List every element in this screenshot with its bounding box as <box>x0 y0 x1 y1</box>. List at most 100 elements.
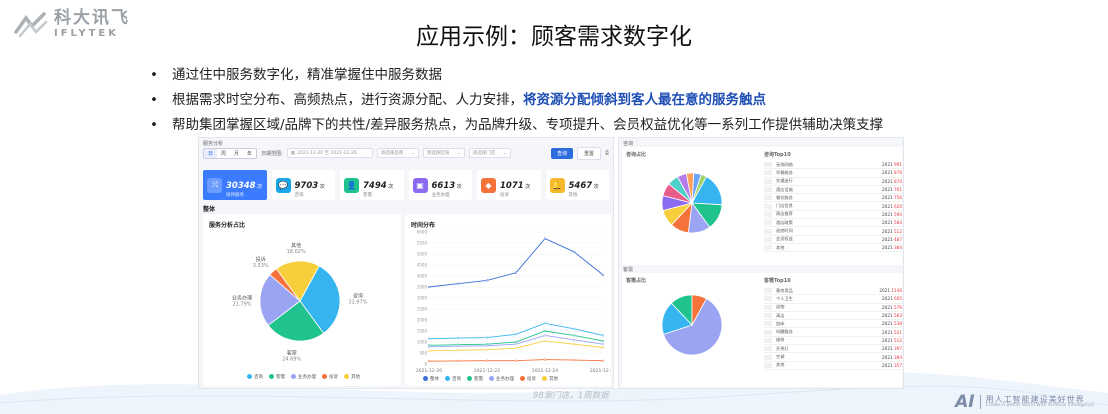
bullet-list: • 通过住中服务数字化，精准掌握住中服务数据 • 根据需求时空分布、高频热点，进行资… <box>148 63 883 138</box>
stat-card[interactable]: 💬 9703 次咨询 <box>271 170 335 200</box>
tab-week[interactable]: 周 <box>217 148 231 158</box>
rank-value: 2021 590 <box>882 211 902 217</box>
rank-row[interactable]: 个人卫生 2021 605 <box>764 295 902 304</box>
tab-year[interactable]: 年 <box>243 148 257 158</box>
legend-item[interactable]: 客需 <box>269 374 285 380</box>
rank-row[interactable]: 门店信息 2021 620 <box>764 202 902 211</box>
rank-value: 2021 512 <box>882 337 902 343</box>
stat-card[interactable]: 🔔 5467 次其他 <box>545 170 609 200</box>
legend-item[interactable]: 客需 <box>467 376 483 382</box>
data-point <box>601 339 605 343</box>
date-range-input[interactable]: ▦ 2021-12-20 至 2021-12-26 <box>286 148 373 158</box>
rank-row[interactable]: 空调 2021 384 <box>764 353 902 362</box>
rank-marker <box>764 296 772 302</box>
legend-item[interactable]: 咨询 <box>247 374 263 380</box>
rank-marker <box>764 211 772 217</box>
rank-marker <box>764 321 772 327</box>
rank-value: 2021 538 <box>882 321 902 327</box>
rank-row[interactable]: 客房用品 2021 1146 <box>764 287 902 296</box>
rank-row[interactable]: 酒店政策 2021 584 <box>764 219 902 228</box>
rank-value: 2021 521 <box>882 329 902 335</box>
stat-unit: 次 <box>318 183 325 190</box>
tab-month[interactable]: 月 <box>230 148 244 158</box>
line-legend: 整体 咨询 客需 业务办理 投诉 其他 <box>423 376 558 382</box>
pie-value-label: 24.69% <box>282 356 301 362</box>
pie-category-label: 投诉 <box>256 256 266 263</box>
rank-row[interactable]: 会员权益 2021 487 <box>764 236 902 244</box>
pie-value-label: 31.97% <box>348 299 367 305</box>
series-line <box>428 238 604 288</box>
rank-marker <box>764 354 772 360</box>
legend-item[interactable]: 其他 <box>344 374 360 380</box>
rank-name: 空调 <box>776 354 785 360</box>
legend-item[interactable]: 整体 <box>423 376 439 382</box>
data-point <box>427 285 431 289</box>
rank-row[interactable]: 早餐服务 2021 876 <box>764 169 902 178</box>
legend-item[interactable]: 业务办理 <box>291 374 316 380</box>
rank-value: 2021 584 <box>882 220 902 226</box>
chevron-down-icon: ⌄ <box>410 150 415 156</box>
stat-card[interactable]: ▣ 6613 次业务办理 <box>408 170 472 200</box>
data-point <box>572 338 576 341</box>
pie-category-label: 咨询 <box>353 292 363 299</box>
rank-name: 门店信息 <box>776 203 793 209</box>
stat-card[interactable]: ◆ 1071 次投诉 <box>477 170 541 200</box>
rank-marker <box>764 195 772 201</box>
rank-marker <box>764 220 772 226</box>
data-point <box>456 336 460 340</box>
rank-row[interactable]: 加床 2021 538 <box>764 320 902 329</box>
y-tick-label: 1000 <box>417 340 428 345</box>
demand-rank-title: 客需Top10 <box>764 278 791 284</box>
rank-marker <box>764 228 772 234</box>
data-point <box>572 250 576 253</box>
data-point <box>427 359 431 363</box>
bullet-highlight: 将资源分配倾斜到客人最在意的服务触点 <box>523 92 766 108</box>
bullet-text: 通过住中服务数字化，精准掌握住中服务数据 <box>172 67 442 83</box>
stat-card[interactable]: ⤨ 30348 次接待服务 <box>203 170 267 200</box>
legend-item[interactable]: 业务办理 <box>489 376 514 382</box>
rank-row[interactable]: 交通出行 2021 870 <box>764 178 902 186</box>
data-point <box>427 349 431 352</box>
pie-category-label: 业务办理 <box>232 294 252 301</box>
pie-value-label: 3.53% <box>253 263 269 269</box>
breadcrumb: 服务分析 <box>203 141 224 147</box>
legend-swatch <box>423 376 428 381</box>
stat-value: 5467 <box>568 180 593 191</box>
legend-item[interactable]: 投诉 <box>520 376 536 382</box>
consult-rank-title: 咨询Top10 <box>764 152 791 158</box>
rank-marker <box>764 329 772 335</box>
rank-row[interactable]: 其他 2021 384 <box>764 244 902 253</box>
consult-panel: 咨询占比 咨询Top10 无线网络 2021 991 早餐服务 2021 876 交通出… <box>622 147 902 265</box>
y-tick-label: 2000 <box>417 318 428 323</box>
rank-row[interactable]: 开关灯 2021 397 <box>764 345 902 354</box>
region-select[interactable]: 请选择区域 ⌄ <box>422 148 465 158</box>
rank-row[interactable]: 酒店设施 2021 761 <box>764 186 902 195</box>
data-point <box>543 358 547 361</box>
rank-row[interactable]: 清洁 2021 563 <box>764 312 902 321</box>
stat-card[interactable]: 👤 7494 次客需 <box>340 170 404 200</box>
rank-row[interactable]: 周边推荐 2021 590 <box>764 211 902 220</box>
y-tick-label: 3500 <box>417 285 428 290</box>
legend-item[interactable]: 咨询 <box>445 376 461 382</box>
legend-item[interactable]: 投诉 <box>322 374 338 380</box>
rank-row[interactable]: 退房时间 2021 512 <box>764 227 902 236</box>
pie-category-label: 其他 <box>291 242 301 249</box>
rank-row[interactable]: 维修 2021 512 <box>764 337 902 346</box>
rank-row[interactable]: 送物 2021 576 <box>764 304 902 312</box>
reset-button[interactable]: 重置 <box>576 146 601 160</box>
data-point <box>514 343 518 346</box>
shuffle-icon: ⤨ <box>207 177 222 193</box>
query-button[interactable]: 查询 <box>550 147 573 159</box>
rank-row[interactable]: 餐饮服务 2021 756 <box>764 194 902 203</box>
rank-row[interactable]: 其他 2021 357 <box>764 362 902 370</box>
rank-row[interactable]: 叫醒服务 2021 521 <box>764 328 902 337</box>
brand-select[interactable]: 请选择品牌 ⌄ <box>376 148 419 158</box>
chevron-down-icon: ⌄ <box>502 150 507 156</box>
region-select-placeholder: 请选择区域 <box>426 151 450 156</box>
rank-row[interactable]: 无线网络 2021 991 <box>764 161 902 170</box>
cube-icon: ◆ <box>481 177 496 193</box>
store-select[interactable]: 请选择门店 ⌄ <box>468 148 511 158</box>
export-icon[interactable]: ⎙ <box>605 150 609 156</box>
legend-item[interactable]: 其他 <box>542 376 558 382</box>
tab-day[interactable]: 日 <box>204 148 218 158</box>
